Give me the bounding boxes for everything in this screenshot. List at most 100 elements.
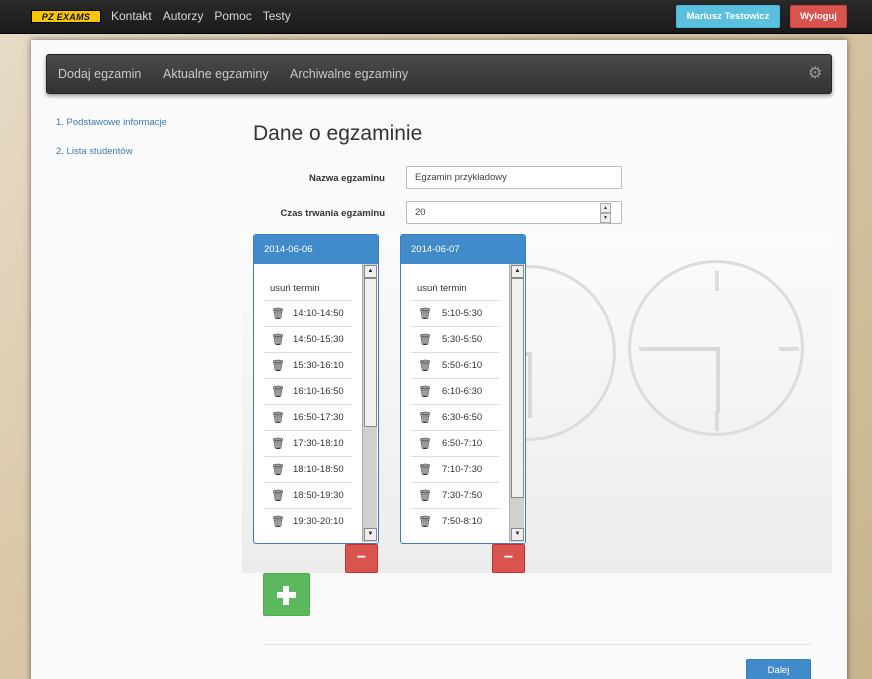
slot-row: 🗑 18:50-19:30: [264, 482, 352, 508]
tab-add-exam[interactable]: Dodaj egzamin: [58, 67, 141, 81]
tab-current-exams[interactable]: Aktualne egzaminy: [163, 67, 269, 81]
scroll-thumb[interactable]: [511, 278, 524, 498]
remove-day-button[interactable]: −: [492, 544, 525, 573]
slot-time: 15:30-16:10: [293, 360, 344, 371]
slot-list: usuń termin 🗑 5:10-5:30 🗑 5:30-5:50 🗑 5:50-…: [401, 264, 525, 543]
trash-icon[interactable]: 🗑: [271, 411, 285, 424]
divider: [263, 644, 811, 645]
slot-time: 6:10-6:30: [442, 386, 483, 397]
trash-icon[interactable]: 🗑: [418, 463, 432, 476]
sidebar-step-basic-info[interactable]: 1. Podstawowe informacje: [56, 117, 167, 128]
day-panel-1: 2014-06-06 usuń termin 🗑 14:10-14:50 🗑 14:…: [253, 234, 379, 544]
trash-icon[interactable]: 🗑: [418, 489, 432, 502]
slot-row: 🗑 6:30-6:50: [411, 404, 499, 430]
slot-time: 19:30-20:10: [293, 516, 344, 527]
next-button[interactable]: Dalej: [746, 659, 811, 679]
nav-link-autorzy[interactable]: Autorzy: [163, 9, 204, 23]
slot-time: 7:10-7:30: [442, 464, 483, 475]
slot-row: 🗑 17:30-18:10: [264, 430, 352, 456]
slot-time: 7:50-8:10: [442, 516, 483, 527]
trash-icon[interactable]: 🗑: [271, 307, 285, 320]
slot-row: 🗑 14:50-15:30: [264, 326, 352, 352]
slot-time: 14:10-14:50: [293, 308, 344, 319]
trash-icon[interactable]: 🗑: [271, 437, 285, 450]
slot-row: 🗑 19:30-20:10: [264, 508, 352, 534]
slot-row: 🗑 6:10-6:30: [411, 378, 499, 404]
day-panel-2: 2014-06-07 usuń termin 🗑 5:10-5:30 🗑 5:30-…: [400, 234, 526, 544]
trash-icon[interactable]: 🗑: [418, 515, 432, 528]
day-date: 2014-06-06: [254, 235, 378, 264]
logout-button[interactable]: Wyloguj: [790, 5, 847, 28]
slot-list-scrollbar[interactable]: ▲ ▼: [362, 264, 377, 542]
user-button[interactable]: Mariusz Testowicz: [676, 5, 780, 28]
scroll-thumb[interactable]: [364, 278, 377, 427]
trash-icon[interactable]: 🗑: [418, 359, 432, 372]
slot-time: 6:50-7:10: [442, 438, 483, 449]
spin-down-icon[interactable]: ▼: [600, 213, 611, 223]
logo-text: PZ EXAMS: [41, 11, 91, 22]
slot-time: 16:50-17:30: [293, 412, 344, 423]
top-nav: Kontakt Autorzy Pomoc Testy: [111, 9, 302, 23]
spin-up-icon[interactable]: ▲: [600, 203, 611, 213]
nav-link-pomoc[interactable]: Pomoc: [214, 9, 251, 23]
nav-link-kontakt[interactable]: Kontakt: [111, 9, 152, 23]
remove-term-label: usuń termin: [270, 283, 320, 294]
trash-icon[interactable]: 🗑: [271, 463, 285, 476]
slot-time: 17:30-18:10: [293, 438, 344, 449]
slot-row: 🗑 16:10-16:50: [264, 378, 352, 404]
trash-icon[interactable]: 🗑: [271, 359, 285, 372]
trash-icon[interactable]: 🗑: [271, 333, 285, 346]
remove-day-button[interactable]: −: [345, 544, 378, 573]
slot-row: 🗑 7:10-7:30: [411, 456, 499, 482]
slot-time: 5:10-5:30: [442, 308, 483, 319]
slot-time: 14:50-15:30: [293, 334, 344, 345]
slot-row: 🗑 6:50-7:10: [411, 430, 499, 456]
slot-row: 🗑 18:10-18:50: [264, 456, 352, 482]
scroll-up-icon[interactable]: ▲: [511, 265, 524, 278]
gear-icon[interactable]: ⚙: [808, 66, 824, 82]
tab-archived-exams[interactable]: Archiwalne egzaminy: [290, 67, 408, 81]
exam-name-label: Nazwa egzaminu: [308, 173, 385, 184]
slot-row: 🗑 16:50-17:30: [264, 404, 352, 430]
trash-icon[interactable]: 🗑: [271, 489, 285, 502]
trash-icon[interactable]: 🗑: [418, 385, 432, 398]
top-navbar: PZ EXAMS Kontakt Autorzy Pomoc Testy Mar…: [0, 0, 872, 34]
slot-row: 🗑 7:30-7:50: [411, 482, 499, 508]
slot-row: 🗑 15:30-16:10: [264, 352, 352, 378]
trash-icon[interactable]: 🗑: [271, 515, 285, 528]
trash-icon[interactable]: 🗑: [271, 385, 285, 398]
scroll-down-icon[interactable]: ▼: [511, 528, 524, 541]
trash-icon[interactable]: 🗑: [418, 307, 432, 320]
scroll-down-icon[interactable]: ▼: [364, 528, 377, 541]
day-date: 2014-06-07: [401, 235, 525, 264]
trash-icon[interactable]: 🗑: [418, 411, 432, 424]
slot-time: 16:10-16:50: [293, 386, 344, 397]
duration-label: Czas trwania egzaminu: [280, 208, 385, 219]
slot-row: 🗑 7:50-8:10: [411, 508, 499, 534]
slot-time: 5:30-5:50: [442, 334, 483, 345]
sidebar-step-students[interactable]: 2. Lista studentów: [56, 146, 133, 157]
scroll-up-icon[interactable]: ▲: [364, 265, 377, 278]
remove-term-label: usuń termin: [417, 283, 467, 294]
main-panel: Dodaj egzamin Aktualne egzaminy Archiwal…: [31, 40, 847, 679]
exam-name-input[interactable]: [406, 166, 622, 189]
trash-icon[interactable]: 🗑: [418, 437, 432, 450]
trash-icon[interactable]: 🗑: [418, 333, 432, 346]
slot-time: 5:50-6:10: [442, 360, 483, 371]
add-day-button[interactable]: [263, 573, 310, 616]
nav-link-testy[interactable]: Testy: [263, 9, 291, 23]
slot-list: usuń termin 🗑 14:10-14:50 🗑 14:50-15:30 🗑 1…: [254, 264, 378, 543]
page-title: Dane o egzaminie: [253, 122, 423, 145]
slot-row: 🗑 5:10-5:30: [411, 300, 499, 326]
slot-row: 🗑 5:30-5:50: [411, 326, 499, 352]
slot-list-scrollbar[interactable]: ▲ ▼: [509, 264, 524, 542]
clock-icon: [628, 260, 804, 436]
exam-subnav: Dodaj egzamin Aktualne egzaminy Archiwal…: [46, 54, 832, 94]
duration-input[interactable]: 20 ▲ ▼: [406, 201, 622, 224]
duration-spinner[interactable]: ▲ ▼: [600, 203, 611, 223]
slot-time: 6:30-6:50: [442, 412, 483, 423]
slot-row: 🗑 5:50-6:10: [411, 352, 499, 378]
app-logo[interactable]: PZ EXAMS: [31, 10, 101, 23]
slot-row: 🗑 14:10-14:50: [264, 300, 352, 326]
slot-time: 7:30-7:50: [442, 490, 483, 501]
